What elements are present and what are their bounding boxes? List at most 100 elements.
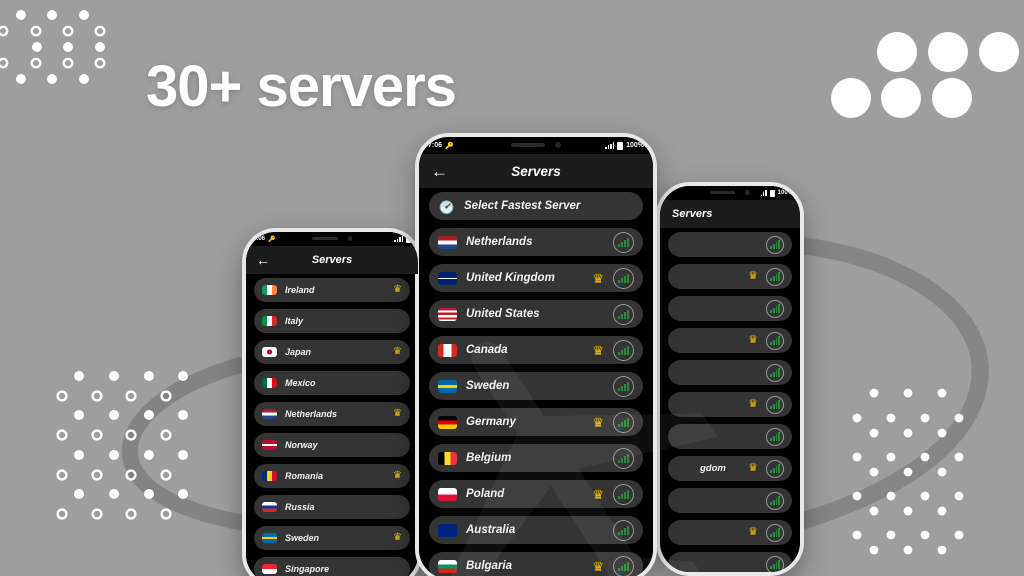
server-row[interactable]: Russia	[254, 495, 410, 519]
battery-icon	[406, 235, 411, 243]
flag-icon	[676, 463, 692, 474]
premium-crown-icon: ♛	[592, 414, 604, 430]
phone-center: 7:06 🔑 100% ← Servers Select Fastest Ser…	[415, 133, 657, 576]
flag-icon	[262, 316, 277, 326]
server-row[interactable]	[668, 488, 792, 513]
server-country-name: Germany	[466, 416, 516, 428]
appbar-center: ← Servers	[419, 154, 653, 188]
server-row[interactable]	[668, 424, 792, 449]
server-row[interactable]: Sweden	[429, 372, 643, 400]
server-row[interactable]	[668, 232, 792, 257]
server-country-name: Japan	[285, 347, 312, 357]
server-row[interactable]: Norway	[254, 433, 410, 457]
server-row[interactable]: Mexico	[254, 371, 410, 395]
flag-icon	[262, 564, 277, 574]
server-row[interactable]: Netherlands	[429, 228, 643, 256]
flag-icon	[676, 335, 692, 346]
signal-strength-badge	[766, 395, 784, 414]
server-row[interactable]: Poland ♛	[429, 480, 643, 508]
battery-percent: 100%	[777, 190, 793, 196]
page-title: Servers	[311, 254, 353, 266]
server-row[interactable]: United States	[429, 300, 643, 328]
flag-icon	[438, 271, 457, 285]
flag-icon	[262, 285, 277, 295]
server-country-name: Netherlands	[285, 409, 338, 419]
premium-crown-icon: ♛	[393, 532, 402, 543]
phone-right: 100% Servers ♛♛♛gdom♛♛♛	[656, 182, 804, 576]
server-row[interactable]	[668, 360, 792, 385]
server-country-name: Poland	[466, 488, 505, 500]
server-row[interactable]: Singapore	[254, 557, 410, 576]
appbar-right: Servers	[660, 200, 800, 228]
server-row[interactable]	[668, 296, 792, 321]
flag-icon	[438, 487, 457, 501]
flag-icon	[262, 471, 277, 481]
server-row[interactable]: ♛	[668, 392, 792, 417]
signal-strength-badge	[613, 303, 634, 325]
premium-crown-icon: ♛	[592, 558, 604, 574]
flag-icon	[676, 527, 692, 538]
server-country-name: Netherlands	[466, 236, 533, 248]
signal-strength-badge	[766, 459, 784, 478]
server-row[interactable]: ♛	[668, 264, 792, 289]
status-time: 7:06	[428, 142, 443, 149]
front-camera	[745, 190, 750, 195]
signal-strength-badge	[766, 523, 784, 542]
premium-crown-icon: ♛	[393, 284, 402, 295]
signal-strength-badge	[613, 339, 634, 361]
server-row[interactable]: Netherlands ♛	[254, 402, 410, 426]
server-list-left[interactable]: Ireland ♛ Italy Japan ♛ Mexico Netherlands ♛ Nor…	[246, 278, 418, 576]
promo-banner: 30+ servers 7:06 🔑 ← Servers Ireland ♛ I…	[0, 0, 1024, 576]
flag-icon	[438, 451, 457, 465]
signal-strength-badge	[766, 555, 784, 572]
server-row[interactable]: Italy	[254, 309, 410, 333]
server-row[interactable]	[668, 552, 792, 572]
flag-icon	[438, 523, 457, 537]
premium-crown-icon: ♛	[592, 486, 604, 502]
server-row[interactable]: ♛	[668, 328, 792, 353]
speaker-grill	[511, 142, 545, 148]
flag-icon	[676, 303, 692, 314]
flag-icon	[262, 378, 277, 388]
server-country-name: Belgium	[466, 452, 512, 464]
signal-bars-icon	[394, 236, 403, 242]
server-row[interactable]: Romania ♛	[254, 464, 410, 488]
premium-crown-icon: ♛	[748, 270, 758, 282]
flag-icon	[676, 431, 692, 442]
server-row[interactable]: Belgium	[429, 444, 643, 472]
server-country-name: Canada	[466, 344, 508, 356]
server-country-name: Russia	[285, 502, 315, 512]
flag-icon	[438, 343, 457, 357]
server-list-center[interactable]: Netherlands United Kingdom ♛ United States C…	[419, 228, 653, 576]
vpn-key-icon: 🔑	[445, 142, 454, 150]
flag-icon	[438, 307, 457, 321]
signal-strength-badge	[766, 427, 784, 446]
server-row[interactable]: gdom ♛	[668, 456, 792, 481]
server-list-right[interactable]: ♛♛♛gdom♛♛♛	[660, 232, 800, 572]
premium-crown-icon: ♛	[393, 346, 402, 357]
server-row[interactable]: Japan ♛	[254, 340, 410, 364]
flag-icon	[262, 502, 277, 512]
server-row[interactable]: Ireland ♛	[254, 278, 410, 302]
signal-strength-badge	[766, 299, 784, 318]
select-fastest-server-row[interactable]: Select Fastest Server	[429, 192, 643, 220]
signal-strength-badge	[613, 267, 634, 289]
signal-strength-badge	[613, 519, 634, 541]
premium-crown-icon: ♛	[393, 408, 402, 419]
flag-icon	[262, 347, 277, 357]
flag-icon	[676, 367, 692, 378]
signal-bars-icon	[605, 142, 615, 149]
page-title: Servers	[511, 163, 561, 179]
server-row[interactable]: Sweden ♛	[254, 526, 410, 550]
server-row[interactable]: Germany ♛	[429, 408, 643, 436]
server-row[interactable]: Australia	[429, 516, 643, 544]
headline-text: 30+ servers	[146, 54, 457, 119]
server-row[interactable]: Canada ♛	[429, 336, 643, 364]
speedometer-icon	[439, 199, 454, 214]
speaker-grill	[311, 236, 338, 241]
server-row[interactable]: ♛	[668, 520, 792, 545]
server-row[interactable]: United Kingdom ♛	[429, 264, 643, 292]
premium-crown-icon: ♛	[748, 334, 758, 346]
phone-center-screen: 7:06 🔑 100% ← Servers Select Fastest Ser…	[419, 137, 653, 576]
server-row[interactable]: Bulgaria ♛	[429, 552, 643, 576]
